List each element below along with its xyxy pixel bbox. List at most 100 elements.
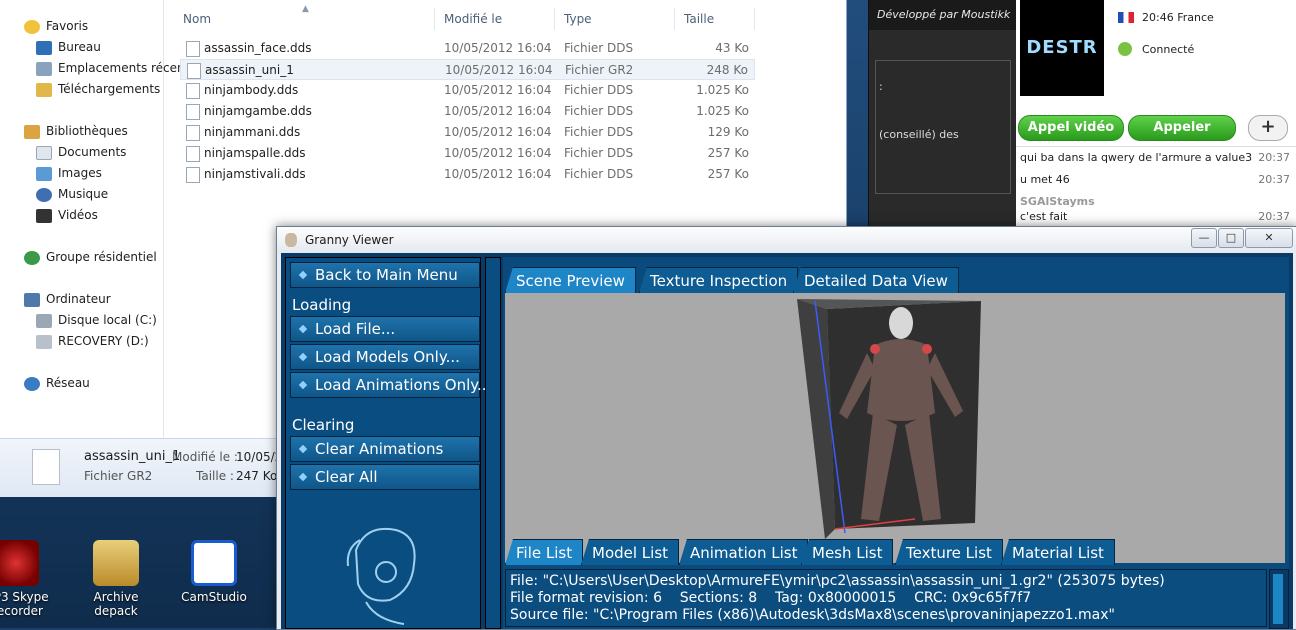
info-scrollbar[interactable] [1269,569,1289,629]
desktop-icon-label: CamStudio [181,590,247,604]
nav-label: Disque local (C:) [58,313,157,327]
bullet-icon [298,352,308,362]
add-button[interactable]: + [1248,115,1288,141]
button-label: Load Animations Only... [315,376,492,394]
nav-musique[interactable]: Musique [36,184,108,204]
file-type: Fichier DDS [564,41,634,55]
archive-depack-icon[interactable]: Archive depack [70,540,162,618]
nav-images[interactable]: Images [36,163,102,183]
button-label: Load Models Only... [315,348,460,366]
file-icon [186,104,200,120]
granny-app-icon [285,233,297,247]
file-type: Fichier DDS [564,167,634,181]
column-separator[interactable] [754,8,755,30]
file-size: 129 Ko [707,125,749,139]
file-modified: 10/05/2012 16:04 [444,146,552,160]
back-to-main-menu-button[interactable]: Back to Main Menu [290,262,480,288]
file-row[interactable]: assassin_uni_1 10/05/2012 16:04 Fichier GR… [180,59,755,80]
tab-material-list[interactable]: Material List [1001,539,1115,565]
load-file-button[interactable]: Load File... [290,316,480,342]
column-modified[interactable]: Modifié le [444,12,502,26]
tab-mesh-list[interactable]: Mesh List [801,539,894,565]
chat-time: 20:37 [1258,173,1290,186]
panel-divider[interactable] [485,257,501,629]
nav-label: Vidéos [58,208,98,222]
tab-file-list[interactable]: File List [505,539,584,565]
details-type: Fichier GR2 [84,469,153,483]
granny-titlebar: Granny Viewer — □ ✕ [277,227,1296,253]
load-models-only-button[interactable]: Load Models Only... [290,344,480,370]
scrollbar-thumb[interactable] [1273,574,1283,624]
nav-emplacements[interactable]: Emplacements récents [36,58,196,78]
column-separator[interactable] [554,8,555,30]
column-separator[interactable] [674,8,675,30]
clear-all-button[interactable]: Clear All [290,464,480,490]
chat-time: 20:37 [1258,210,1290,223]
details-filename: assassin_uni_1 [84,449,181,464]
nav-label: Emplacements récents [58,61,196,75]
video-call-button[interactable]: Appel vidéo [1018,115,1124,141]
nav-bibliotheques[interactable]: Bibliothèques [24,121,128,141]
tab-texture-inspection[interactable]: Texture Inspection [639,267,799,293]
file-row[interactable]: assassin_face.dds 10/05/2012 16:04 Fichier… [180,38,755,59]
file-icon [186,146,200,162]
file-type: Fichier DDS [564,83,634,97]
close-button[interactable]: ✕ [1245,228,1293,248]
file-row[interactable]: ninjambody.dds 10/05/2012 16:04 Fichier DD… [180,80,755,101]
nav-reseau[interactable]: Réseau [24,373,90,393]
scene-render [797,299,981,539]
contact-status: Connecté [1142,43,1195,56]
contact-avatar: DESTR [1020,0,1104,96]
tab-scene-preview[interactable]: Scene Preview [505,267,636,293]
tab-animation-list[interactable]: Animation List [679,539,809,565]
skype-panel: DESTR 20:46 France Connecté Appel vidéo … [1016,0,1296,230]
nav-groupe[interactable]: Groupe résidentiel [24,247,157,267]
nav-ordinateur[interactable]: Ordinateur [24,289,111,309]
videos-icon [36,208,52,223]
file-icon [187,63,201,79]
file-row[interactable]: ninjammani.dds 10/05/2012 16:04 Fichier DD… [180,122,755,143]
nav-recovery[interactable]: RECOVERY (D:) [36,331,149,351]
nav-disque[interactable]: Disque local (C:) [36,310,157,330]
column-separator[interactable] [434,8,435,30]
clear-animations-button[interactable]: Clear Animations [290,436,480,462]
details-size-label: Taille : [196,469,234,483]
nav-favorites[interactable]: Favoris [24,16,88,36]
nav-bureau[interactable]: Bureau [36,37,101,57]
file-info-panel: File: "C:\Users\User\Desktop\ArmureFE\ym… [505,569,1267,627]
chat-sender: SGAlStayms [1020,195,1095,208]
homegroup-icon [24,250,40,265]
minimize-button[interactable]: — [1191,228,1217,248]
bullet-icon [298,324,308,334]
column-size[interactable]: Taille [684,12,714,26]
mp3-skype-recorder-icon[interactable]: MP3 Skype Recorder [0,540,62,618]
tab-model-list[interactable]: Model List [581,539,680,565]
column-name[interactable]: Nom [183,12,211,26]
nav-label: Bureau [58,40,101,54]
maximize-button[interactable]: □ [1218,228,1244,248]
tab-texture-list[interactable]: Texture List [895,539,1003,565]
file-name: ninjambody.dds [204,83,299,97]
info-line-file: File: "C:\Users\User\Desktop\ArmureFE\ym… [510,573,1165,589]
navigation-pane: Favoris Bureau Emplacements récents Télé… [0,0,196,438]
camstudio-icon[interactable]: CamStudio [168,540,260,604]
file-row[interactable]: ninjamstivali.dds 10/05/2012 16:04 Fichier… [180,164,755,185]
scene-preview-viewport[interactable] [505,293,1285,563]
file-row[interactable]: ninjamgambe.dds 10/05/2012 16:04 Fichier D… [180,101,755,122]
dark-panel-text: (conseillé) des [879,128,959,141]
granny-menu-panel: Back to Main Menu Loading Load File... L… [285,257,491,629]
tab-detailed-data-view[interactable]: Detailed Data View [793,267,959,293]
button-label: Back to Main Menu [315,266,458,284]
nav-label: Bibliothèques [46,124,128,138]
call-button[interactable]: Appeler [1128,115,1236,141]
bullet-icon [298,444,308,454]
nav-telechargements[interactable]: Téléchargements [36,79,160,99]
column-type[interactable]: Type [564,12,592,26]
chat-message: u met 46 [1020,173,1070,186]
desktop-icon-label: MP3 Skype Recorder [0,590,49,618]
nav-videos[interactable]: Vidéos [36,205,98,225]
skype-recorder-icon [0,540,39,586]
file-row[interactable]: ninjamspalle.dds 10/05/2012 16:04 Fichier … [180,143,755,164]
load-animations-only-button[interactable]: Load Animations Only... [290,372,491,398]
nav-documents[interactable]: Documents [36,142,126,162]
